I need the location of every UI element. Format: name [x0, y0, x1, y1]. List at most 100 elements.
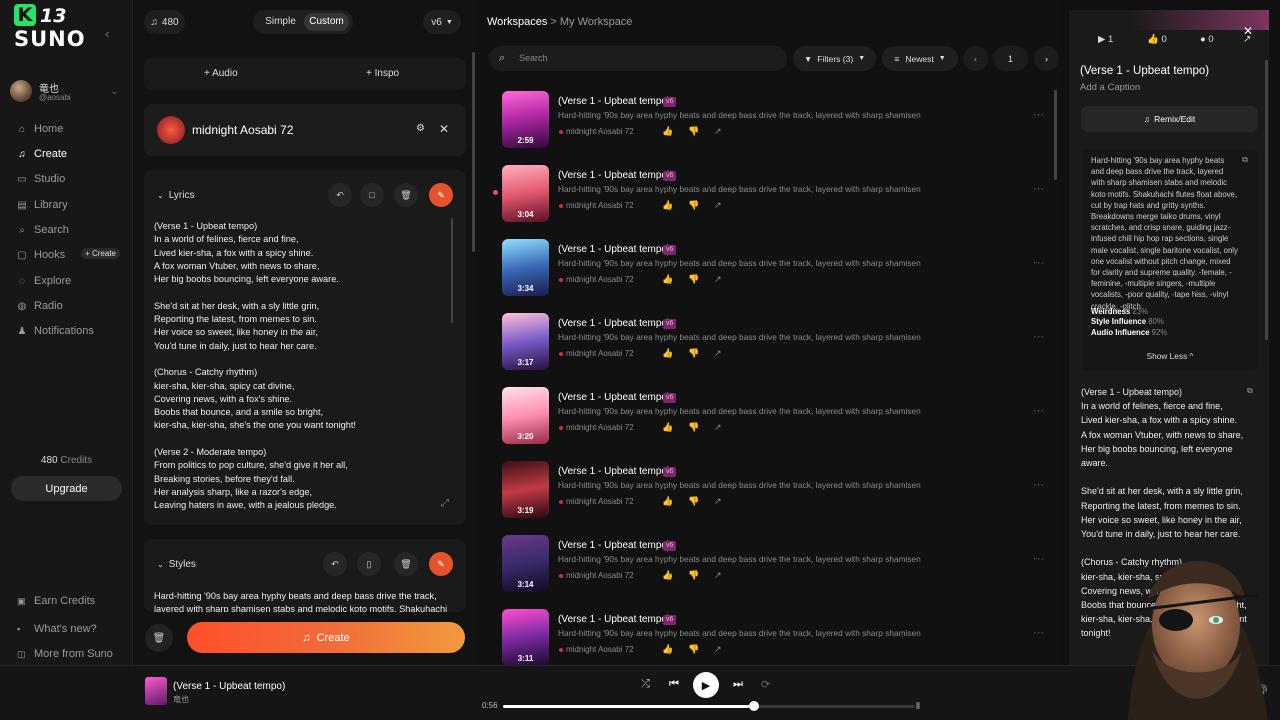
page-number[interactable]: 1 [993, 46, 1028, 71]
song-cover-art[interactable]: 3:19 [502, 461, 549, 518]
thumbs-down-icon[interactable]: 👎 [688, 422, 699, 433]
list-scrollbar[interactable] [1054, 90, 1057, 180]
song-cover-art[interactable]: 3:34 [502, 239, 549, 296]
more-options-icon[interactable]: ··· [1033, 183, 1044, 195]
breadcrumb-root[interactable]: Workspaces [487, 16, 547, 28]
suno-logo[interactable]: K 13 SUNO [14, 4, 85, 51]
collapse-sidebar-icon[interactable]: ‹ [105, 26, 109, 41]
more-options-icon[interactable]: ··· [1033, 553, 1044, 565]
thumbs-up-icon[interactable]: 👍 [662, 274, 673, 285]
thumbs-down-icon[interactable]: 👎 [688, 496, 699, 507]
remix-edit-button[interactable]: ♫ Remix/Edit [1081, 106, 1258, 132]
thumbs-up-icon[interactable]: 👍 [662, 570, 673, 581]
share-icon[interactable]: ↗ [714, 200, 722, 211]
song-cover-art[interactable]: 3:04 [502, 165, 549, 222]
sidebar-item-home[interactable]: ⌂ Home [0, 118, 133, 140]
thumbs-down-icon[interactable]: 👎 [688, 200, 699, 211]
mode-simple[interactable]: Simple [258, 13, 303, 31]
song-title[interactable]: (Verse 1 - Upbeat tempo) [558, 96, 670, 107]
song-title[interactable]: (Verse 1 - Upbeat tempo) [558, 244, 670, 255]
instrumental-toggle-icon[interactable]: □ [360, 183, 384, 207]
song-row[interactable]: 2:59 (Verse 1 - Upbeat tempo) v6 Hard-hitti… [500, 91, 1050, 157]
lyrics-header[interactable]: ⌄ Lyrics [157, 190, 194, 201]
magic-wand-icon[interactable]: ✎ [429, 552, 453, 576]
thumbs-down-icon[interactable]: 👎 [688, 274, 699, 285]
song-title[interactable]: (Verse 1 - Upbeat tempo) [558, 540, 670, 551]
share-icon[interactable]: ↗ [714, 422, 722, 433]
user-menu[interactable]: 竜也 @aosabi ⌄ [10, 80, 122, 106]
share-icon[interactable]: ↗ [714, 496, 722, 507]
shuffle-icon[interactable]: ⤮ [641, 678, 650, 691]
earn-credits-link[interactable]: ▣ Earn Credits [0, 591, 133, 611]
share-icon[interactable]: ↗ [714, 274, 722, 285]
clear-all-button[interactable]: 🗑 [145, 624, 173, 652]
version-select[interactable]: v6 ▼ [423, 10, 461, 34]
like-button[interactable]: 👍 0 [1147, 34, 1167, 45]
equalizer-icon[interactable]: ⦀ [916, 701, 920, 712]
filters-button[interactable]: ▼ Filters (3) ▼ [793, 46, 876, 71]
song-artist[interactable]: midnight Aosabi 72 [559, 275, 634, 284]
song-title[interactable]: midnight Aosabi 72 [192, 123, 293, 137]
undo-icon[interactable]: ↶ [323, 552, 347, 576]
create-panel-scrollbar[interactable] [472, 52, 475, 252]
thumbs-up-icon[interactable]: 👍 [662, 200, 673, 211]
thumbs-down-icon[interactable]: 👎 [688, 126, 699, 137]
sidebar-item-radio[interactable]: ◍ Radio [0, 295, 133, 317]
song-cover-art[interactable]: 2:59 [502, 91, 549, 148]
prev-page-icon[interactable]: ‹ [963, 46, 988, 71]
thumbs-down-icon[interactable]: 👎 [688, 348, 699, 359]
seek-bar[interactable] [503, 701, 915, 711]
more-options-icon[interactable]: ··· [1033, 405, 1044, 417]
sidebar-item-studio[interactable]: ▭ Studio [0, 168, 133, 190]
styles-header[interactable]: ⌄ Styles [157, 559, 196, 570]
undo-icon[interactable]: ↶ [328, 183, 352, 207]
sidebar-item-explore[interactable]: ◌ Explore [0, 270, 133, 292]
trash-icon[interactable]: 🗑 [394, 552, 418, 576]
more-options-icon[interactable]: ··· [1033, 479, 1044, 491]
thumbs-down-icon[interactable]: 👎 [688, 644, 699, 655]
thumbs-down-icon[interactable]: 👎 [688, 570, 699, 581]
copy-icon[interactable]: ⧉ [1242, 155, 1248, 165]
song-title[interactable]: (Verse 1 - Upbeat tempo) [558, 318, 670, 329]
share-icon[interactable]: ↗ [714, 348, 722, 359]
song-title[interactable]: (Verse 1 - Upbeat tempo) [558, 614, 670, 625]
player-cover-art[interactable] [145, 677, 167, 705]
share-icon[interactable]: ↗ [714, 570, 722, 581]
song-artist[interactable]: midnight Aosabi 72 [559, 571, 634, 580]
copy-icon[interactable]: ▯ [357, 552, 381, 576]
thumbs-up-icon[interactable]: 👍 [662, 126, 673, 137]
create-button[interactable]: ♫ Create [187, 622, 465, 653]
song-row[interactable]: 3:14 (Verse 1 - Upbeat tempo) v6 Hard-hitti… [500, 535, 1050, 601]
details-scrollbar[interactable] [1265, 60, 1268, 340]
song-artist[interactable]: midnight Aosabi 72 [559, 201, 634, 210]
song-title[interactable]: (Verse 1 - Upbeat tempo) [558, 392, 670, 403]
song-artist[interactable]: midnight Aosabi 72 [559, 497, 634, 506]
play-button[interactable]: ▶ [693, 672, 719, 698]
song-artist[interactable]: midnight Aosabi 72 [559, 127, 634, 136]
whats-new-link[interactable]: ▪ What's new? [0, 619, 133, 639]
styles-textarea[interactable]: Hard-hitting '90s bay area hyphy beats a… [154, 590, 454, 612]
hooks-create-button[interactable]: + Create [81, 248, 120, 259]
song-artist[interactable]: midnight Aosabi 72 [559, 349, 634, 358]
credits-chip[interactable]: ♫ 480 [144, 10, 185, 34]
more-options-icon[interactable]: ··· [1033, 257, 1044, 269]
close-icon[interactable]: ✕ [439, 122, 449, 136]
sidebar-item-hooks[interactable]: ▢ Hooks + Create [0, 244, 133, 266]
song-row[interactable]: 3:17 (Verse 1 - Upbeat tempo) v6 Hard-hitti… [500, 313, 1050, 379]
song-cover-art[interactable]: 3:20 [502, 387, 549, 444]
player-artist[interactable]: 竜也 [173, 694, 189, 705]
sidebar-item-create[interactable]: ♫ Create [0, 143, 133, 165]
more-options-icon[interactable]: ··· [1033, 331, 1044, 343]
song-cover-art[interactable]: 3:11 [502, 609, 549, 666]
player-title[interactable]: (Verse 1 - Upbeat tempo) [173, 681, 285, 692]
gear-icon[interactable]: ⚙ [416, 123, 425, 134]
more-options-icon[interactable]: ··· [1033, 627, 1044, 639]
upgrade-button[interactable]: Upgrade [11, 476, 122, 501]
sidebar-item-search[interactable]: ⌕ Search [0, 219, 133, 241]
song-row[interactable]: 3:19 (Verse 1 - Upbeat tempo) v6 Hard-hitti… [500, 461, 1050, 527]
song-artist[interactable]: midnight Aosabi 72 [559, 645, 634, 654]
more-options-icon[interactable]: ··· [1033, 109, 1044, 121]
next-page-icon[interactable]: › [1034, 46, 1059, 71]
comment-button[interactable]: ● 0 [1200, 34, 1214, 45]
mode-custom[interactable]: Custom [304, 13, 349, 31]
